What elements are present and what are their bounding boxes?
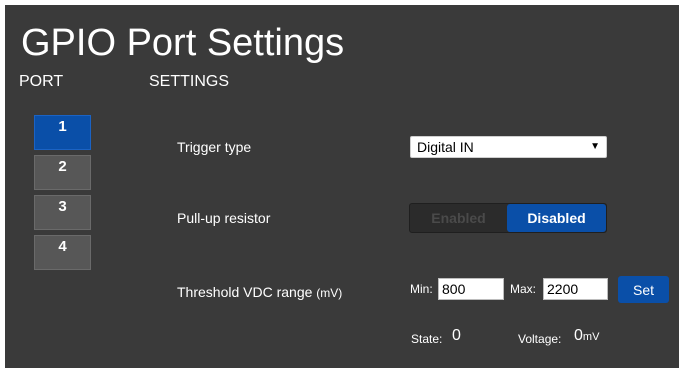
voltage-label: Voltage: [518,332,562,346]
voltage-readout: 0mV [574,327,599,345]
set-button[interactable]: Set [618,276,669,303]
state-label: State: [411,332,443,346]
min-input[interactable]: 800 [438,278,504,300]
pullup-disabled-option[interactable]: Disabled [507,204,606,232]
page-title: GPIO Port Settings [21,22,345,64]
pullup-toggle[interactable]: Enabled Disabled [409,203,607,233]
settings-column-header: SETTINGS [149,73,230,90]
max-label: Max: [510,282,537,296]
port-button-1[interactable]: 1 [34,115,91,150]
threshold-unit: (mV) [316,286,343,300]
pullup-enabled-option[interactable]: Enabled [410,204,507,232]
port-button-4[interactable]: 4 [34,235,91,270]
min-label: Min: [410,282,433,296]
pullup-resistor-label: Pull-up resistor [177,210,271,226]
voltage-value: 0 [574,327,583,344]
port-button-2[interactable]: 2 [34,155,91,190]
max-input[interactable]: 2200 [543,278,608,300]
port-button-3[interactable]: 3 [34,195,91,230]
trigger-type-value: Digital IN [417,139,474,155]
gpio-panel: GPIO Port Settings PORT SETTINGS 1 2 3 4… [5,5,679,368]
voltage-unit: mV [582,331,600,343]
threshold-label: Threshold VDC range (mV) [177,284,342,300]
trigger-type-label: Trigger type [177,139,252,155]
port-column-header: PORT [19,73,64,90]
state-value: 0 [452,327,461,344]
dropdown-arrow-icon: ▼ [590,141,600,152]
trigger-type-select[interactable]: Digital IN ▼ [410,136,607,158]
threshold-label-text: Threshold VDC range [177,284,313,300]
